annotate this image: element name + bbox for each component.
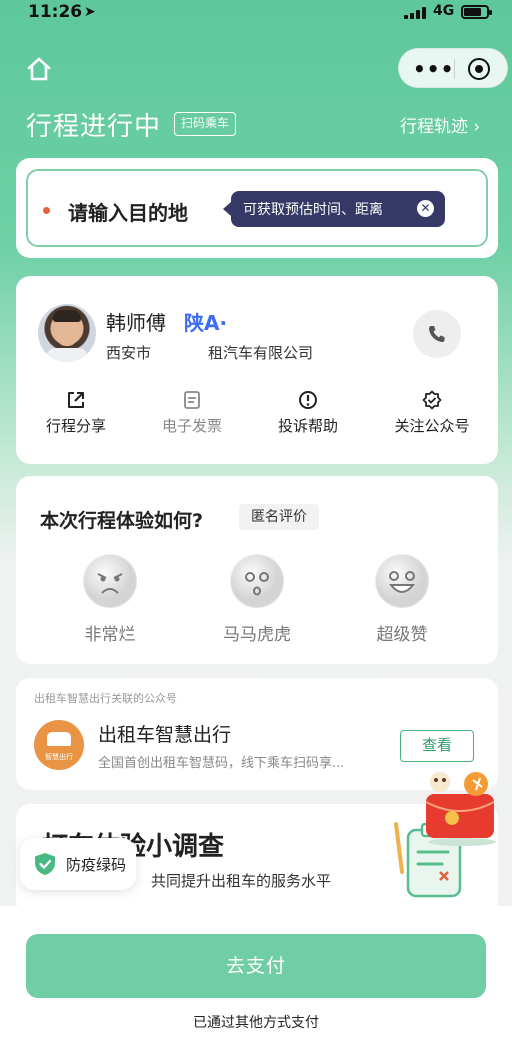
share-icon — [68, 392, 84, 408]
action-label: 行程分享 — [45, 417, 106, 435]
rating-label: 超级赞 — [376, 625, 428, 645]
more-icon[interactable]: ••• — [413, 57, 454, 81]
health-green-code-button[interactable]: 防疫绿码 — [20, 838, 136, 890]
page-title: 行程进行中 — [26, 112, 162, 142]
driver-name: 韩师傅 — [106, 311, 166, 335]
survey-subtitle: 共同提升出租车的服务水平 — [151, 872, 332, 890]
invoice-icon — [184, 391, 200, 409]
follow-icon — [422, 390, 442, 410]
action-label: 关注公众号 — [394, 417, 470, 435]
destination-input[interactable]: 请输入目的地 可获取预估时间、距离 ✕ — [26, 169, 488, 247]
official-account-name: 出租车智慧出行 — [98, 724, 232, 746]
pay-button[interactable]: 去支付 — [26, 934, 486, 998]
action-follow-account[interactable]: 关注公众号 — [372, 390, 492, 436]
scan-ride-tag: 扫码乘车 — [174, 112, 237, 136]
driver-card: 韩师傅 陕A· 西安市 租汽车有限公司 行程分享 电子发票 投诉帮助 关注公众号 — [16, 276, 498, 464]
rating-option-great[interactable]: 超级赞 — [352, 554, 452, 645]
battery-icon — [461, 5, 492, 19]
action-label: 投诉帮助 — [277, 417, 338, 435]
rating-option-soso[interactable]: 马马虎虎 — [207, 554, 307, 645]
close-icon[interactable]: ✕ — [417, 200, 434, 217]
bottom-payment-panel: 去支付 已通过其他方式支付 — [0, 906, 512, 1058]
taxi-logo-icon: 智慧出行 — [34, 720, 84, 770]
license-plate: 陕A· — [184, 311, 228, 335]
network-label: 4G — [433, 3, 455, 19]
avatar — [38, 304, 96, 362]
neutral-face-icon — [230, 554, 284, 608]
destination-card: 请输入目的地 可获取预估时间、距离 ✕ — [16, 158, 498, 258]
status-bar: 11:26 ➤ 4G — [0, 0, 512, 26]
logo-caption: 智慧出行 — [45, 753, 73, 761]
destination-tooltip: 可获取预估时间、距离 ✕ — [223, 191, 445, 227]
official-account-desc: 全国首创出租车智慧码，线下乘车扫码享... — [98, 756, 345, 771]
trip-track-link[interactable]: 行程轨迹 › — [400, 112, 480, 137]
rating-label: 马马虎虎 — [223, 625, 291, 645]
destination-dot-icon — [43, 207, 50, 214]
alert-icon — [299, 391, 317, 409]
paid-other-way-link[interactable]: 已通过其他方式支付 — [0, 1012, 512, 1032]
angry-face-icon — [83, 554, 137, 608]
health-code-label: 防疫绿码 — [66, 856, 127, 874]
tooltip-text: 可获取预估时间、距离 — [243, 202, 383, 218]
rating-title: 本次行程体验如何? — [40, 510, 204, 532]
action-invoice[interactable]: 电子发票 — [132, 390, 252, 436]
driver-actions: 行程分享 电子发票 投诉帮助 关注公众号 — [16, 390, 498, 450]
happy-face-icon — [375, 554, 429, 608]
official-account-caption: 出租车智慧出行关联的公众号 — [34, 692, 177, 705]
phone-icon — [429, 326, 445, 342]
close-miniprogram-icon[interactable] — [468, 58, 490, 80]
view-button[interactable]: 查看 — [400, 730, 474, 762]
rating-card: 本次行程体验如何? 匿名评价 非常烂 马马虎虎 超级赞 — [16, 476, 498, 664]
driver-company: 租汽车有限公司 — [208, 344, 314, 362]
signal-icon — [404, 7, 430, 19]
anonymous-rating-tag[interactable]: 匿名评价 — [239, 504, 319, 530]
call-driver-button[interactable] — [413, 310, 461, 358]
status-time: 11:26 — [28, 2, 83, 22]
destination-placeholder[interactable]: 请输入目的地 — [68, 197, 188, 226]
home-icon[interactable] — [26, 56, 52, 82]
shield-check-icon — [35, 853, 55, 875]
rating-label: 非常烂 — [84, 625, 136, 645]
red-packet-icon[interactable] — [418, 768, 504, 848]
location-arrow-icon: ➤ — [84, 4, 96, 20]
action-share-trip[interactable]: 行程分享 — [16, 390, 136, 436]
driver-city: 西安市 — [106, 344, 152, 362]
miniprogram-capsule: ••• — [398, 48, 508, 88]
action-complaint-help[interactable]: 投诉帮助 — [248, 390, 368, 436]
rating-option-terrible[interactable]: 非常烂 — [60, 554, 160, 645]
action-label: 电子发票 — [161, 417, 222, 435]
